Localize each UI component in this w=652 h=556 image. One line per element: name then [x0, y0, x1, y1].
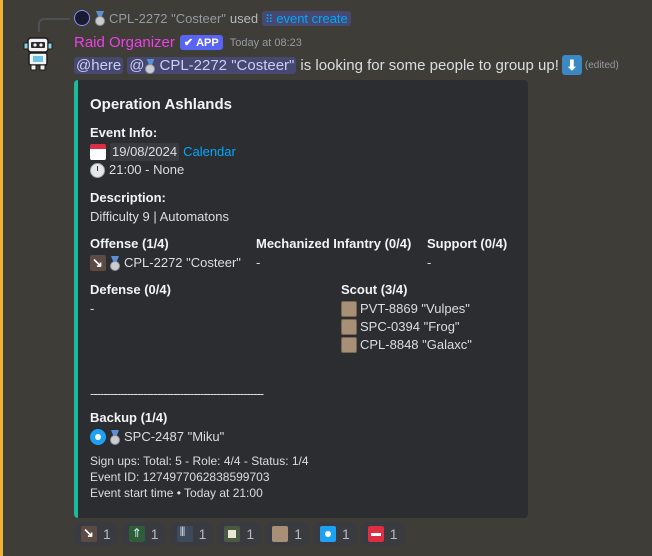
backup-value: SPC-2487 "Miku" [90, 428, 224, 446]
mechanized-infantry-value: - [256, 255, 261, 270]
offense-icon [81, 525, 97, 542]
backup-label: Backup (1/4) [90, 410, 168, 425]
backup-member: SPC-2487 "Miku" [124, 429, 225, 444]
reply-avatar[interactable] [74, 10, 90, 26]
bot-username[interactable]: Raid Organizer [74, 34, 175, 51]
event-start-time: Event start time • Today at 21:00 [90, 486, 263, 500]
message-text: is looking for some people to group up! [300, 56, 559, 74]
slash-command[interactable]: ⠿ event create [262, 10, 351, 26]
offense-value: CPL-2272 "Costeer" [90, 254, 241, 272]
message-header: Raid Organizer ✔ APP Today at 08:23 [74, 34, 302, 51]
user-mention[interactable]: @ CPL-2272 "Costeer" [127, 56, 297, 74]
offense-member: CPL-2272 "Costeer" [124, 255, 241, 270]
defense-label: Defense (0/4) [90, 282, 171, 297]
calendar-icon [90, 144, 106, 160]
check-icon: ✔ [183, 37, 194, 49]
scout-value: PVT-8869 "Vulpes" SPC-0394 "Frog" CPL-88… [341, 300, 472, 354]
reply-username[interactable]: CPL-2272 "Costeer" [109, 11, 226, 26]
scout-icon [272, 526, 289, 542]
list-item: CPL-8848 "Galaxc" [341, 336, 472, 354]
mechanized-infantry-icon [128, 526, 145, 542]
reaction-mechanized-infantry[interactable]: 1 [121, 522, 166, 546]
separator-line: ----------------------------------------… [90, 386, 264, 401]
reaction-count: 1 [294, 526, 302, 542]
message-timestamp: Today at 08:23 [229, 36, 302, 49]
scout-member: PVT-8869 "Vulpes" [360, 301, 470, 316]
event-date: 19/08/2024 [110, 143, 180, 161]
list-item: PVT-8869 "Vulpes" [341, 300, 472, 318]
here-mention[interactable]: @here [74, 56, 124, 74]
reaction-defense[interactable]: 1 [217, 522, 262, 546]
event-info-value: 19/08/2024 Calendar 21:00 - None [90, 143, 236, 179]
support-icon [176, 526, 193, 542]
calendar-link[interactable]: Calendar [183, 143, 236, 161]
reaction-scout[interactable]: 1 [265, 522, 309, 546]
reaction-count: 1 [341, 526, 350, 542]
backup-icon [319, 526, 336, 542]
user-mention-at: @ [129, 56, 145, 74]
scout-member: CPL-8848 "Galaxc" [360, 337, 472, 352]
signups-summary: Sign ups: Total: 5 - Role: 4/4 - Status:… [90, 454, 309, 468]
reaction-count: 1 [246, 526, 255, 542]
event-time: 21:00 [109, 162, 142, 177]
list-item: SPC-0394 "Frog" [341, 318, 472, 336]
scout-label: Scout (3/4) [341, 282, 408, 297]
offense-icon [90, 254, 106, 272]
reaction-support[interactable]: 1 [169, 522, 214, 546]
reaction-backup[interactable]: 1 [312, 522, 357, 546]
message-content: @here @ CPL-2272 "Costeer" is looking for… [74, 54, 619, 76]
backup-icon [90, 429, 106, 445]
mechanized-infantry-label: Mechanized Infantry (0/4) [256, 236, 412, 251]
event-info-label: Event Info: [90, 125, 158, 140]
slash-command-label: event create [276, 10, 348, 26]
no-entry-icon [367, 526, 384, 542]
scout-icon [341, 301, 357, 317]
defense-value: - [90, 301, 95, 316]
user-mention-name: CPL-2272 "Costeer" [159, 56, 295, 74]
medal-icon [109, 256, 121, 271]
event-time-suffix: - None [145, 162, 185, 177]
event-id: Event ID: 1274977062838599703 [90, 470, 270, 484]
reaction-count: 1 [103, 526, 111, 542]
command-icon: ⠿ [265, 13, 277, 26]
medal-icon [144, 59, 156, 74]
edited-label: (edited) [584, 59, 619, 71]
medal-icon [109, 430, 121, 445]
reaction-no-entry[interactable]: 1 [360, 522, 405, 546]
description-value: Difficulty 9 | Automatons [90, 209, 229, 224]
support-value: - [427, 255, 432, 270]
reply-connector [38, 18, 70, 32]
offense-label: Offense (1/4) [90, 236, 169, 251]
reaction-offense[interactable]: 1 [74, 522, 118, 546]
bot-avatar[interactable] [22, 36, 54, 72]
scout-icon [341, 319, 357, 335]
medal-icon [94, 11, 106, 26]
down-arrow-icon: ⬇ [561, 55, 582, 75]
reaction-count: 1 [150, 526, 159, 542]
clock-icon [90, 162, 105, 178]
app-badge-label: APP [196, 36, 219, 49]
event-embed: Operation Ashlands Event Info: 19/08/202… [74, 80, 528, 518]
reply-header[interactable]: CPL-2272 "Costeer" used ⠿ event create [74, 10, 351, 26]
embed-title: Operation Ashlands [90, 96, 232, 113]
defense-icon [224, 526, 241, 542]
scout-icon [341, 337, 357, 353]
reactions-bar: 1 1 1 1 1 1 1 [74, 522, 409, 546]
description-label: Description: [90, 190, 166, 205]
scout-member: SPC-0394 "Frog" [360, 319, 460, 334]
reaction-count: 1 [389, 526, 398, 542]
support-label: Support (0/4) [427, 236, 508, 251]
app-badge: ✔ APP [179, 35, 223, 50]
reaction-count: 1 [198, 526, 207, 542]
reply-used-text: used [229, 10, 259, 26]
